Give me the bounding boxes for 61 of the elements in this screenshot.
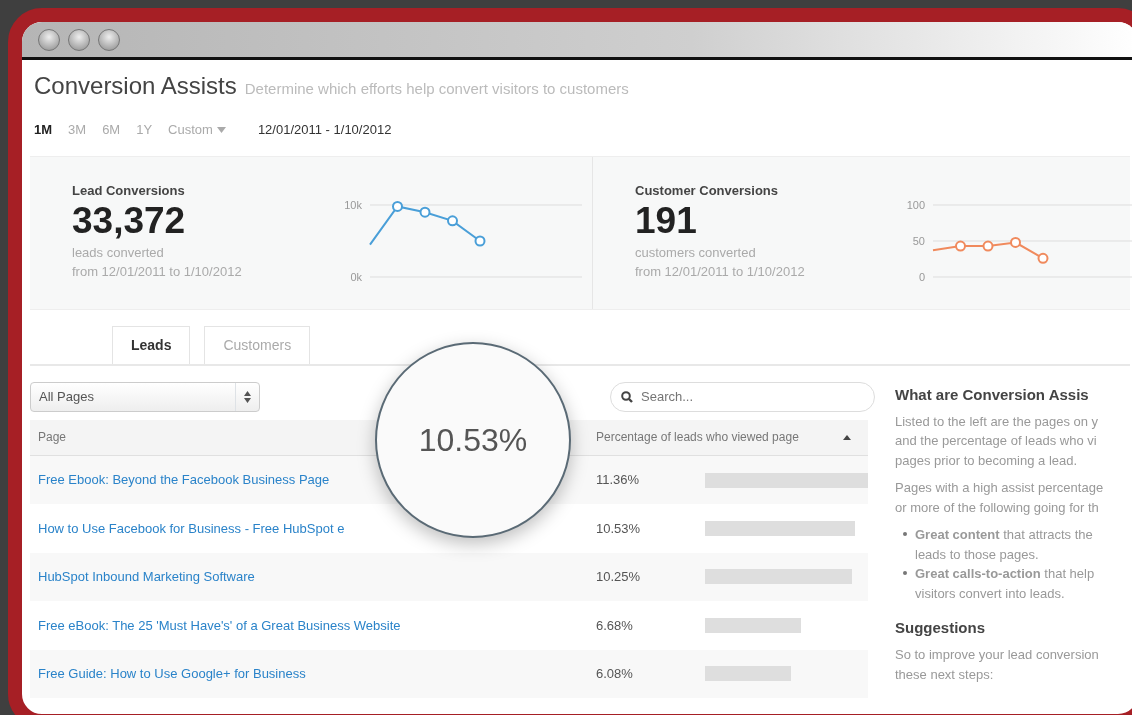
updown-arrows-icon: [244, 390, 251, 403]
bullet-icon: [903, 571, 907, 575]
stat-caption: customers converted: [635, 243, 757, 262]
magnified-value: 10.53%: [418, 420, 528, 460]
help-paragraph: Pages with a high assist percentage or more of the following going for th: [895, 479, 1105, 517]
stat-period: from 12/01/2011 to 1/10/2012: [635, 263, 806, 282]
range-tab[interactable]: 3M: [68, 120, 87, 140]
suggestions-heading: Suggestions: [895, 619, 986, 637]
percent-cell: 6.08%: [596, 666, 633, 681]
page-link[interactable]: Free eBook: The 25 'Must Have's' of a Great Business Website: [38, 617, 401, 633]
page-link[interactable]: HubSpot Inbound Marketing Software: [38, 569, 255, 584]
range-tab[interactable]: 6M: [102, 120, 121, 140]
caret-icon: [216, 126, 226, 133]
search-field[interactable]: Search...: [610, 381, 875, 412]
stat-value: 33,372: [72, 200, 187, 243]
stat-period: from 12/01/2011 to 1/10/2012: [72, 263, 243, 282]
stat-value: 191: [635, 200, 698, 243]
range-tab[interactable]: 1Y: [136, 120, 153, 140]
percent-cell: 11.36%: [596, 472, 640, 488]
page-subtitle: Determine which efforts help convert visitors to customers: [244, 79, 629, 99]
custom-range-dropdown[interactable]: Custom: [168, 120, 226, 140]
axis-tick-label: 0: [918, 270, 925, 283]
window-control-button[interactable]: [68, 28, 90, 51]
search-icon: [621, 390, 633, 403]
range-tab[interactable]: 1M: [34, 120, 53, 140]
date-range[interactable]: 12/01/2011 - 1/10/2012: [257, 120, 392, 140]
data-point: [447, 214, 458, 226]
percent-cell: 6.68%: [596, 617, 633, 633]
sort-arrow-icon: [843, 434, 851, 440]
help-paragraph: Listed to the left are the pages on y and the percentage of leads who vi pages prior to becoming a lead.: [895, 412, 1100, 470]
help-heading: What are Conversion Assis: [895, 385, 1090, 404]
tab[interactable]: Customers: [204, 325, 311, 364]
data-point: [1037, 252, 1049, 264]
window-control-button[interactable]: [38, 28, 60, 51]
bullet-icon: [903, 532, 907, 536]
stat-title: Lead Conversions: [72, 181, 186, 200]
data-point: [1010, 236, 1021, 248]
axis-tick-label: 0k: [350, 270, 362, 283]
page-link[interactable]: Free Ebook: Beyond the Facebook Business Page: [38, 472, 330, 488]
axis-tick-label: 10k: [344, 198, 362, 211]
data-point: [392, 200, 403, 212]
percent-cell: 10.25%: [596, 569, 641, 584]
data-point: [474, 235, 486, 246]
axis-tick-label: 50: [912, 234, 925, 247]
column-header[interactable]: Page: [38, 430, 67, 445]
data-point: [982, 240, 994, 252]
data-point: [419, 206, 431, 218]
window-control-button[interactable]: [98, 28, 120, 51]
stat-caption: leads converted: [72, 243, 165, 262]
help-bullet: Great content that attracts the leads to those pages.: [915, 526, 1094, 564]
data-point: [955, 240, 966, 252]
help-bullet: Great calls-to-action that help visitors convert into leads.: [915, 565, 1096, 603]
axis-tick-label: 100: [906, 198, 925, 211]
page-title: Conversion Assists: [34, 71, 237, 101]
suggestions-text: So to improve your lead conversion these next steps:: [895, 646, 1100, 684]
page-link[interactable]: How to Use Facebook for Business - Free HubSpot e: [38, 520, 345, 536]
tab[interactable]: Leads: [112, 325, 191, 364]
stat-title: Customer Conversions: [635, 181, 780, 200]
page-link[interactable]: Free Guide: How to Use Google+ for Business: [38, 666, 306, 681]
page-filter-select[interactable]: All Pages: [30, 381, 260, 412]
percent-cell: 10.53%: [596, 520, 641, 536]
